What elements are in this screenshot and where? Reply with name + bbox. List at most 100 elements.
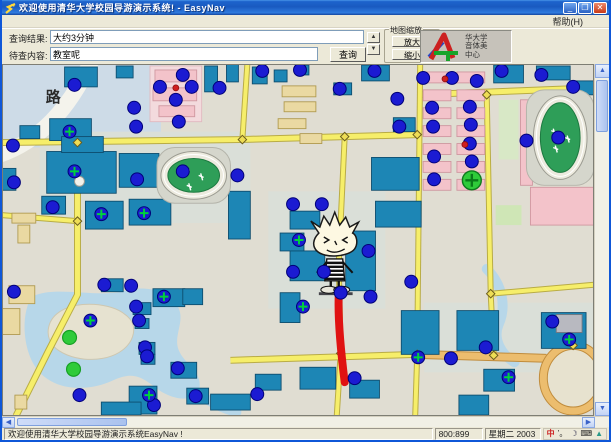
result-label: 查询结果:: [9, 32, 48, 45]
poi-marker[interactable]: [189, 390, 202, 403]
horizontal-scrollbar[interactable]: ◀ ▶: [2, 416, 609, 427]
poi-marker[interactable]: [133, 314, 146, 327]
poi-marker[interactable]: [251, 388, 264, 401]
poi-marker[interactable]: [6, 139, 19, 152]
spinner-up-button[interactable]: ▲: [367, 32, 380, 43]
vertical-scrollbar[interactable]: ▲ ▼: [594, 64, 609, 416]
result-field[interactable]: [50, 30, 364, 44]
status-bar: 欢迎使用清华大学校园导游演示系统EasyNav ! 800:899 星期二 20…: [2, 427, 609, 440]
menu-bar: 帮助(H): [2, 15, 609, 28]
poi-marker[interactable]: [426, 101, 439, 114]
poi-marker[interactable]: [169, 93, 182, 106]
search-button[interactable]: 查询: [330, 47, 366, 62]
poi-marker[interactable]: [463, 100, 476, 113]
minimize-button[interactable]: _: [563, 2, 577, 14]
horizontal-scroll-thumb[interactable]: [17, 418, 127, 426]
poi-marker[interactable]: [405, 275, 418, 288]
poi-marker[interactable]: [125, 279, 138, 292]
poi-marker[interactable]: [141, 350, 154, 363]
campus-map-canvas[interactable]: 路: [2, 64, 594, 416]
close-button[interactable]: ✕: [593, 2, 607, 14]
ime-punctuation-icon[interactable]: ’。: [558, 429, 568, 439]
poi-marker[interactable]: [7, 285, 20, 298]
spinner-down-button[interactable]: ▼: [367, 44, 380, 55]
app-window: 欢迎使用清华大学校园导游演示系统! - EasyNav _ ❐ ✕ 帮助(H) …: [0, 0, 611, 442]
poi-marker[interactable]: [98, 278, 111, 291]
poi-marker[interactable]: [470, 74, 483, 87]
poi-marker[interactable]: [130, 120, 143, 133]
poi-red-dot-marker: [442, 76, 448, 82]
logo-panel: 华大学 音体美 中心: [420, 30, 512, 63]
poi-marker[interactable]: [256, 64, 269, 77]
poi-marker[interactable]: [364, 290, 377, 303]
poi-marker[interactable]: [333, 82, 346, 95]
scroll-down-button[interactable]: ▼: [595, 402, 610, 416]
poi-marker[interactable]: [68, 78, 81, 91]
app-icon: [4, 2, 16, 14]
poi-marker[interactable]: [334, 286, 347, 299]
poi-marker[interactable]: [294, 64, 307, 76]
restore-button[interactable]: ❐: [578, 2, 592, 14]
menu-help[interactable]: 帮助(H): [549, 15, 588, 28]
ime-halfwidth-moon-icon[interactable]: ☽: [570, 429, 577, 439]
ime-eject-icon[interactable]: ▲: [595, 429, 603, 439]
poi-marker[interactable]: [46, 201, 59, 214]
poi-marker[interactable]: [176, 165, 189, 178]
poi-marker[interactable]: [213, 81, 226, 94]
poi-marker[interactable]: [231, 169, 244, 182]
poi-marker[interactable]: [445, 352, 458, 365]
poi-marker[interactable]: [131, 173, 144, 186]
poi-marker[interactable]: [348, 372, 361, 385]
poi-marker[interactable]: [153, 80, 166, 93]
poi-marker[interactable]: [391, 92, 404, 105]
scroll-right-button[interactable]: ▶: [582, 417, 595, 428]
road-label: 路: [46, 88, 62, 106]
poi-marker[interactable]: [546, 315, 559, 328]
poi-marker[interactable]: [176, 68, 189, 81]
poi-marker[interactable]: [128, 101, 141, 114]
poi-marker[interactable]: [287, 265, 300, 278]
poi-marker[interactable]: [393, 120, 406, 133]
content-label: 待查内容:: [9, 49, 48, 62]
poi-green-marker[interactable]: [63, 330, 77, 344]
poi-marker[interactable]: [317, 265, 330, 278]
poi-marker[interactable]: [417, 71, 430, 84]
scroll-up-button[interactable]: ▲: [595, 64, 610, 78]
scroll-left-button[interactable]: ◀: [2, 417, 15, 428]
title-bar: 欢迎使用清华大学校园导游演示系统! - EasyNav _ ❐ ✕: [2, 0, 609, 15]
poi-marker[interactable]: [368, 64, 381, 77]
vertical-scroll-thumb[interactable]: [596, 80, 608, 132]
poi-marker[interactable]: [427, 120, 440, 133]
poi-marker[interactable]: [7, 176, 20, 189]
logo-caption: 华大学 音体美 中心: [465, 34, 488, 60]
poi-marker[interactable]: [520, 134, 533, 147]
poi-marker[interactable]: [171, 362, 184, 375]
poi-marker[interactable]: [495, 64, 508, 77]
poi-marker[interactable]: [535, 68, 548, 81]
poi-marker[interactable]: [479, 341, 492, 354]
poi-marker[interactable]: [185, 80, 198, 93]
ime-softkeyboard-icon[interactable]: ⌨: [581, 429, 593, 439]
poi-marker[interactable]: [172, 115, 185, 128]
map-zoom-group-title: 地图缩放: [389, 25, 423, 36]
poi-marker[interactable]: [552, 131, 565, 144]
query-toolbar: 查询结果: 待查内容: 查询 ▲ ▼ 地图缩放 放大 缩小 华大学 音体美 中心: [2, 28, 609, 64]
poi-marker[interactable]: [287, 198, 300, 211]
poi-marker[interactable]: [428, 173, 441, 186]
poi-marker[interactable]: [464, 118, 477, 131]
poi-marker[interactable]: [465, 155, 478, 168]
ast-logo-icon: [421, 31, 465, 62]
poi-green-marker[interactable]: [67, 362, 81, 376]
poi-marker[interactable]: [362, 244, 375, 257]
poi-marker[interactable]: [315, 198, 328, 211]
poi-marker[interactable]: [428, 150, 441, 163]
poi-marker[interactable]: [567, 80, 580, 93]
search-input[interactable]: [50, 47, 318, 61]
ime-language-bar[interactable]: 中 ’。 ☽ ⌨ ▲: [543, 428, 607, 440]
window-title: 欢迎使用清华大学校园导游演示系统! - EasyNav: [16, 1, 562, 14]
ime-chinese-icon[interactable]: 中: [547, 429, 555, 439]
poi-red-dot-marker: [462, 142, 468, 148]
poi-marker[interactable]: [130, 300, 143, 313]
poi-red-dot-marker: [173, 85, 179, 91]
poi-marker[interactable]: [73, 389, 86, 402]
